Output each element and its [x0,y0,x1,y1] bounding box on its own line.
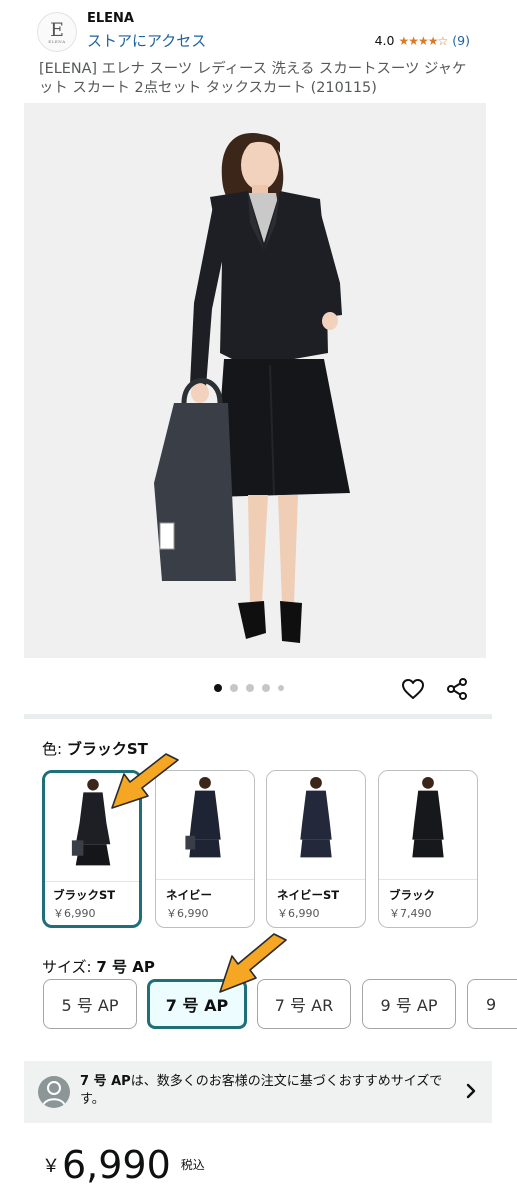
heart-icon [402,679,424,699]
size-option-more[interactable]: 9 [467,979,517,1029]
user-icon [38,1076,70,1108]
swatch-name: ネイビーST [277,888,340,902]
share-button[interactable] [444,676,470,702]
size-selector-label: サイズ: 7 号 AP [42,956,155,977]
rating-summary[interactable]: 4.0 ★★★★☆ (9) [375,33,470,48]
rating-count-link[interactable]: (9) [452,33,470,48]
favorite-button[interactable] [400,676,426,702]
color-swatch-navy-st[interactable]: ネイビーST ￥6,990 [266,770,366,928]
price-amount: 6,990 [62,1143,171,1187]
rating-value: 4.0 [374,33,395,48]
product-image[interactable] [24,103,486,658]
size-recommendation-banner[interactable]: 7 号 APは、数多くのお客様の注文に基づくおすすめサイズです。 [24,1061,492,1123]
image-dot[interactable] [214,684,222,692]
image-dot[interactable] [246,684,254,692]
annotation-arrow-icon [111,753,179,809]
swatch-price: ￥6,990 [166,907,209,920]
color-thumbnail [379,771,477,879]
image-pagination[interactable] [214,684,284,692]
swatch-name: ブラック [389,888,435,902]
size-label-prefix: サイズ: [42,958,97,976]
selected-size-name: 7 号 AP [96,958,155,976]
color-thumbnail [267,771,365,879]
size-option-9ap[interactable]: 9 号 AP [362,979,456,1029]
image-dot[interactable] [278,685,284,691]
visit-store-link[interactable]: ストアにアクセス [87,30,206,51]
brand-name: ELENA [87,11,134,26]
chevron-right-icon [462,1081,480,1101]
price-display: ￥ 6,990 税込 [42,1140,205,1190]
share-icon [447,678,467,700]
swatch-price: ￥6,990 [53,907,96,920]
star-rating-icon: ★★★★☆ [398,33,448,48]
model-in-suit-illustration [24,103,486,658]
image-dot[interactable] [230,684,238,692]
recommendation-message: は、数多くのお客様の注文に基づくおすすめサイズです。 [80,1074,443,1107]
section-divider [24,714,492,719]
product-title: [ELENA] エレナ スーツ レディース 洗える スカートスーツ ジャケット … [39,61,467,96]
swatch-price: ￥7,490 [389,907,432,920]
logo-text: ELENA [48,38,66,44]
logo-letter: E [50,18,64,41]
recommended-size: 7 号 AP [80,1074,131,1089]
image-dot[interactable] [262,684,270,692]
size-option-5ap[interactable]: 5 号 AP [43,979,137,1029]
tax-included-label: 税込 [180,1158,205,1172]
recommendation-text: 7 号 APは、数多くのお客様の注文に基づくおすすめサイズです。 [80,1073,460,1109]
brand-logo[interactable]: E ELENA [37,12,77,52]
swatch-name: ネイビー [166,888,212,902]
swatch-name: ブラックST [53,888,116,902]
swatch-price: ￥6,990 [277,907,320,920]
store-header: E ELENA ELENA ストアにアクセス 4.0 ★★★★☆ (9) [0,0,517,58]
color-swatch-black[interactable]: ブラック ￥7,490 [378,770,478,928]
color-label-prefix: 色: [42,740,67,758]
currency-symbol: ￥ [42,1156,60,1177]
annotation-arrow-icon [219,933,287,993]
